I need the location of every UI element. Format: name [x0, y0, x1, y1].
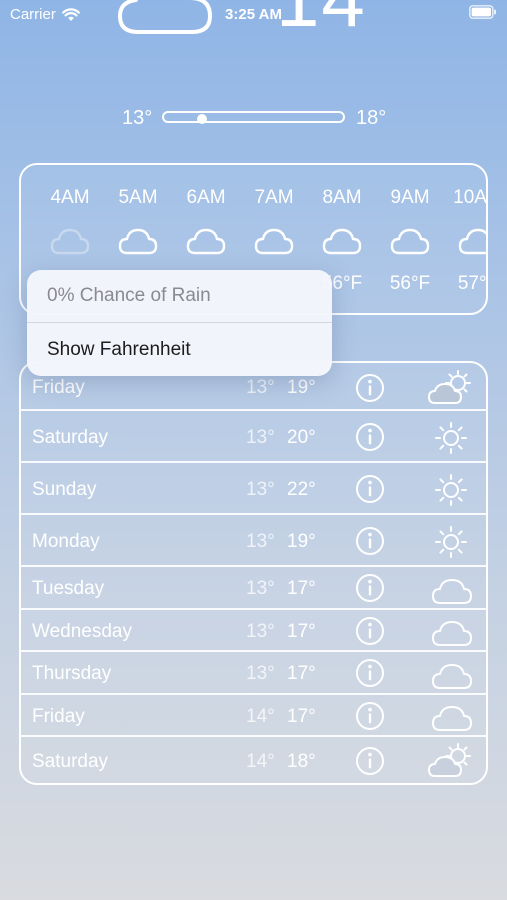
day-low: 13° [246, 621, 275, 642]
cloud-icon [431, 619, 473, 647]
day-high: 19° [287, 377, 316, 398]
temperature-range: 13° 18° [0, 104, 507, 132]
day-row[interactable]: Monday 13° 19° [21, 515, 486, 567]
day-low: 13° [246, 663, 275, 684]
day-name: Saturday [32, 427, 109, 448]
day-high: 17° [287, 706, 316, 727]
sun-icon [433, 420, 469, 456]
day-low: 13° [246, 531, 275, 552]
info-icon[interactable] [355, 701, 385, 731]
day-name: Friday [32, 377, 85, 398]
current-temperature: 14 [276, 0, 367, 38]
range-indicator [196, 114, 207, 124]
cloud-icon [118, 227, 158, 255]
hour-time: 6AM [186, 187, 226, 208]
info-icon[interactable] [355, 526, 385, 556]
hour-time: 9AM [390, 187, 430, 208]
daily-forecast: Friday 13° 19° Saturday 13° 20° Sunday 1… [19, 361, 488, 785]
info-icon[interactable] [355, 573, 385, 603]
day-low: 13° [246, 377, 275, 398]
sun-icon [433, 524, 469, 560]
day-row[interactable]: Friday 14° 17° [21, 695, 486, 737]
day-row[interactable]: Tuesday 13° 17° [21, 567, 486, 610]
day-low: 13° [246, 479, 275, 500]
day-high: 22° [287, 479, 316, 500]
range-high: 18° [356, 107, 387, 129]
day-low: 13° [246, 578, 275, 599]
day-name: Thursday [32, 663, 112, 684]
status-time: 3:25 AM [225, 6, 282, 23]
hour-temp: 57°F [457, 273, 487, 294]
cloud-icon [322, 227, 362, 255]
day-low: 13° [246, 427, 275, 448]
show-fahrenheit-menu-item[interactable]: Show Fahrenheit [27, 324, 332, 376]
day-high: 19° [287, 531, 316, 552]
day-low: 14° [246, 706, 275, 727]
day-name: Tuesday [32, 578, 105, 599]
info-icon[interactable] [355, 422, 385, 452]
info-icon[interactable] [355, 616, 385, 646]
day-high: 17° [287, 663, 316, 684]
day-high: 20° [287, 427, 316, 448]
cloud-icon [390, 227, 430, 255]
day-row[interactable]: Thursday 13° 17° [21, 652, 486, 695]
hour-time: 4AM [50, 187, 90, 208]
partly-cloudy-icon [427, 369, 477, 405]
range-track [162, 111, 345, 124]
cloud-icon [431, 662, 473, 690]
day-row[interactable]: Saturday 14° 18° [21, 737, 486, 783]
info-icon[interactable] [355, 373, 385, 403]
hour-time: 5AM [118, 187, 158, 208]
day-row[interactable]: Saturday 13° 20° [21, 411, 486, 463]
range-low: 13° [122, 107, 153, 129]
cloud-icon [458, 227, 486, 255]
cloud-icon [431, 577, 473, 605]
day-high: 17° [287, 621, 316, 642]
cloud-icon [186, 227, 226, 255]
partly-cloudy-icon [118, 0, 228, 36]
info-icon[interactable] [355, 746, 385, 776]
hour-temp: 56°F [389, 273, 431, 294]
day-name: Wednesday [32, 621, 132, 642]
day-name: Sunday [32, 479, 97, 500]
info-icon[interactable] [355, 474, 385, 504]
battery-icon [469, 5, 497, 19]
hour-time: 10AM [453, 187, 487, 208]
day-low: 14° [246, 751, 275, 772]
partly-cloudy-icon [427, 742, 477, 778]
sun-icon [433, 472, 469, 508]
day-name: Monday [32, 531, 100, 552]
info-icon[interactable] [355, 658, 385, 688]
rain-chance-info: 0% Chance of Rain [27, 270, 332, 323]
day-high: 17° [287, 578, 316, 599]
day-row[interactable]: Sunday 13° 22° [21, 463, 486, 515]
context-menu: 0% Chance of Rain Show Fahrenheit [27, 270, 332, 376]
day-high: 18° [287, 751, 316, 772]
status-bar: Carrier 3:25 AM [0, 0, 507, 30]
day-name: Friday [32, 706, 85, 727]
cloud-icon [50, 227, 90, 255]
hour-time: 8AM [322, 187, 362, 208]
cloud-icon [254, 227, 294, 255]
day-row[interactable]: Wednesday 13° 17° [21, 610, 486, 652]
hour-time: 7AM [254, 187, 294, 208]
day-name: Saturday [32, 751, 109, 772]
cloud-icon [431, 704, 473, 732]
